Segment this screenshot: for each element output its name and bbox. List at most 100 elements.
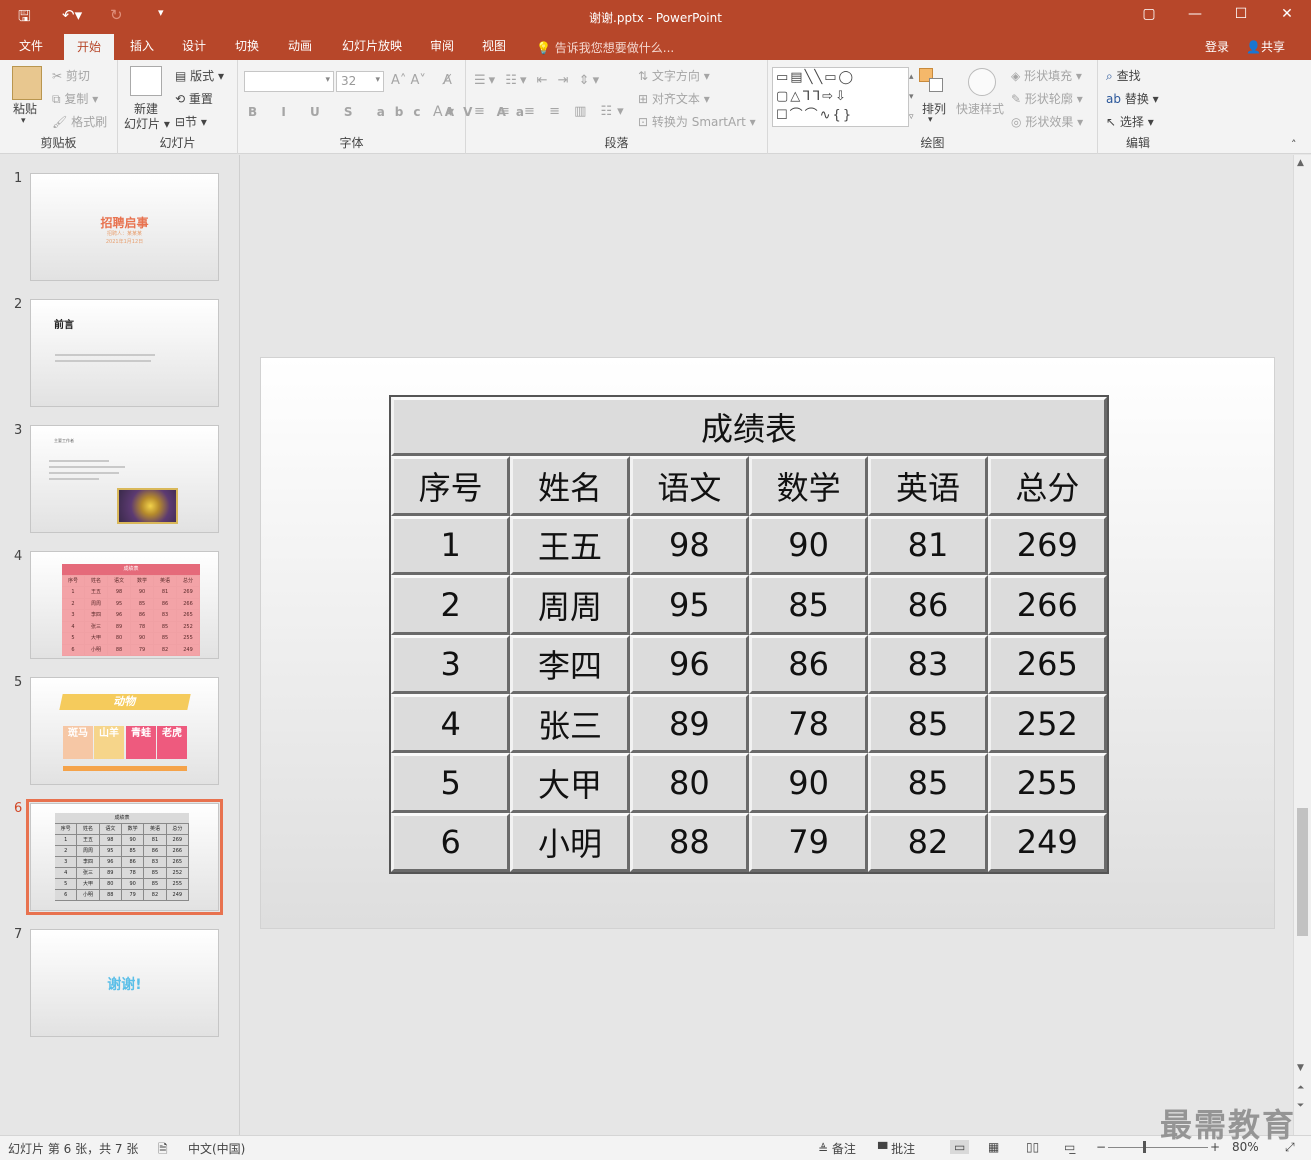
find-button[interactable]: ⌕ 查找 (1106, 67, 1141, 84)
tab-animations[interactable]: 动画 (278, 34, 322, 60)
minimize-button[interactable]: — (1180, 6, 1210, 22)
language-indicator[interactable]: 中文(中国) (188, 1140, 245, 1157)
text-direction-button[interactable]: ⇅ 文字方向 ▾ (638, 67, 710, 84)
maximize-button[interactable]: ☐ (1226, 6, 1256, 22)
gallery-scroll-icon[interactable]: ▴ ▾ ▿ (909, 67, 914, 127)
tab-review[interactable]: 审阅 (420, 34, 464, 60)
table-cell[interactable]: 周周 (510, 575, 630, 635)
close-button[interactable]: ✕ (1272, 6, 1302, 22)
slide-thumbnail-6[interactable]: 成绩表 序号 姓名 语文 数学 英语 总分 1 王五 98 90 81 269 2 周周 95 85 86 266 3… (26, 799, 223, 915)
table-cell[interactable]: 79 (749, 812, 869, 872)
scrollbar-thumb[interactable] (1297, 808, 1308, 936)
slide-sorter-icon[interactable]: ▦ (988, 1140, 999, 1154)
spellcheck-icon[interactable]: 🗎 (158, 1140, 168, 1160)
paste-dropdown-icon[interactable]: ▾ (21, 116, 26, 126)
table-header-cell[interactable]: 英语 (868, 456, 988, 516)
table-cell[interactable]: 90 (749, 753, 869, 813)
tab-view[interactable]: 视图 (472, 34, 516, 60)
clear-format-icon[interactable]: A̸ (443, 73, 452, 88)
table-cell[interactable]: 249 (987, 812, 1107, 872)
table-cell[interactable]: 85 (868, 753, 988, 813)
format-painter-button[interactable]: 🖌 格式刷 (52, 113, 107, 130)
table-header-cell[interactable]: 数学 (749, 456, 869, 516)
table-cell[interactable]: 81 (868, 515, 988, 576)
list-icons[interactable]: ☰▾ ☷▾ ⇤ ⇥ ⇕▾ (474, 73, 602, 88)
shape-effects-button[interactable]: ◎ 形状效果 ▾ (1011, 113, 1083, 130)
table-cell[interactable]: 89 (629, 693, 749, 754)
arrange-button[interactable]: 排列 (922, 100, 946, 117)
tab-home[interactable]: 开始 (64, 34, 114, 60)
table-cell[interactable]: 78 (749, 693, 869, 754)
new-slide-button[interactable]: 幻灯片 ▾ (124, 115, 170, 132)
ribbon-display-options-icon[interactable]: ▢ (1134, 6, 1164, 22)
tab-design[interactable]: 设计 (172, 34, 216, 60)
convert-smartart-button[interactable]: ⊡ 转换为 SmartArt ▾ (638, 113, 756, 130)
table-cell[interactable]: 255 (987, 753, 1107, 813)
share-button[interactable]: 👤共享 (1246, 38, 1285, 55)
zoom-slider-thumb[interactable] (1143, 1141, 1146, 1153)
collapse-ribbon-icon[interactable]: ˄ (1291, 138, 1297, 151)
slideshow-icon[interactable]: ▭̲ (1064, 1140, 1075, 1154)
section-button[interactable]: ⊟节 ▾ (175, 113, 207, 130)
table-cell[interactable]: 266 (987, 575, 1107, 635)
quick-styles-button[interactable]: 快速样式 (956, 100, 1004, 117)
tab-file[interactable]: 文件 (8, 34, 54, 60)
table-cell[interactable]: 86 (868, 575, 988, 635)
slide-thumbnail-5[interactable]: 动物 斑马 山羊 青蛙 老虎 (30, 677, 219, 785)
tab-transitions[interactable]: 切换 (225, 34, 269, 60)
tab-slideshow[interactable]: 幻灯片放映 (334, 34, 410, 60)
scroll-up-icon[interactable]: ▲ (1297, 158, 1304, 168)
comments-button[interactable]: ▀ 批注 (878, 1140, 915, 1157)
table-header-cell[interactable]: 语文 (629, 456, 749, 516)
table-cell[interactable]: 6 (391, 812, 511, 872)
table-cell[interactable]: 90 (749, 515, 869, 576)
table-cell[interactable]: 96 (629, 634, 749, 694)
slide-thumbnail-4[interactable]: 成绩表 序号 姓名 语文 数学 英语 总分 1 王五 98 90 81 269 2 周周 95 85 86 266 3… (30, 551, 219, 659)
table-cell[interactable]: 98 (629, 515, 749, 576)
layout-button[interactable]: ▤ 版式 ▾ (175, 67, 224, 84)
shape-outline-button[interactable]: ✎ 形状轮廓 ▾ (1011, 90, 1083, 107)
table-cell[interactable]: 80 (629, 753, 749, 813)
table-cell[interactable]: 李四 (510, 634, 630, 694)
table-cell[interactable]: 4 (391, 693, 511, 754)
table-cell[interactable]: 95 (629, 575, 749, 635)
copy-button[interactable]: ⧉ 复制 ▾ (52, 90, 98, 107)
login-link[interactable]: 登录 (1205, 38, 1229, 55)
vertical-scrollbar[interactable]: ▲ ▼ ⏶ ⏷ (1293, 155, 1311, 1135)
scroll-down-icon[interactable]: ▼ (1297, 1063, 1304, 1073)
increase-font-icon[interactable]: A˄ A˅ (391, 73, 426, 88)
font-color-icon[interactable]: A ▾ (433, 104, 454, 120)
paste-button[interactable]: 粘贴 (13, 100, 37, 117)
table-cell[interactable]: 王五 (510, 515, 630, 576)
previous-slide-icon[interactable]: ⏶ (1297, 1083, 1304, 1093)
table-cell[interactable]: 88 (629, 812, 749, 872)
font-name-input[interactable]: ▾ (244, 71, 334, 92)
cut-button[interactable]: ✂ 剪切 (52, 67, 90, 84)
table-title-cell[interactable]: 成绩表 (391, 397, 1107, 457)
table-cell[interactable]: 3 (391, 634, 511, 694)
replace-button[interactable]: ab 替换 ▾ (1106, 90, 1159, 107)
table-cell[interactable]: 1 (391, 515, 511, 576)
slide-thumbnail-2[interactable]: 前言 (30, 299, 219, 407)
notes-button[interactable]: ≜ 备注 (818, 1140, 856, 1157)
table-cell[interactable]: 269 (987, 515, 1107, 576)
tab-insert[interactable]: 插入 (120, 34, 164, 60)
table-cell[interactable]: 265 (987, 634, 1107, 694)
slide-thumbnail-1[interactable]: 招聘启事 招聘人：某某某 2021年1月12日 (30, 173, 219, 281)
table-cell[interactable]: 张三 (510, 693, 630, 754)
reset-button[interactable]: ⟲ 重置 (175, 90, 213, 107)
reading-view-icon[interactable]: ▯▯ (1026, 1140, 1039, 1154)
table-cell[interactable]: 83 (868, 634, 988, 694)
table-cell[interactable]: 小明 (510, 812, 630, 872)
table-cell[interactable]: 82 (868, 812, 988, 872)
table-cell[interactable]: 85 (868, 693, 988, 754)
table-cell[interactable]: 大甲 (510, 753, 630, 813)
zoom-out-icon[interactable]: − (1096, 1140, 1106, 1154)
score-table[interactable]: 成绩表 序号 姓名 语文 数学 英语 总分 1 王五 98 90 81 269 2 周周 95 85 86 266 3… (389, 395, 1109, 874)
select-button[interactable]: ↖ 选择 ▾ (1106, 113, 1154, 130)
slide-thumbnail-7[interactable]: 谢谢! (30, 929, 219, 1037)
table-header-cell[interactable]: 总分 (987, 456, 1107, 516)
table-cell[interactable]: 252 (987, 693, 1107, 754)
table-header-cell[interactable]: 序号 (391, 456, 511, 516)
table-cell[interactable]: 5 (391, 753, 511, 813)
